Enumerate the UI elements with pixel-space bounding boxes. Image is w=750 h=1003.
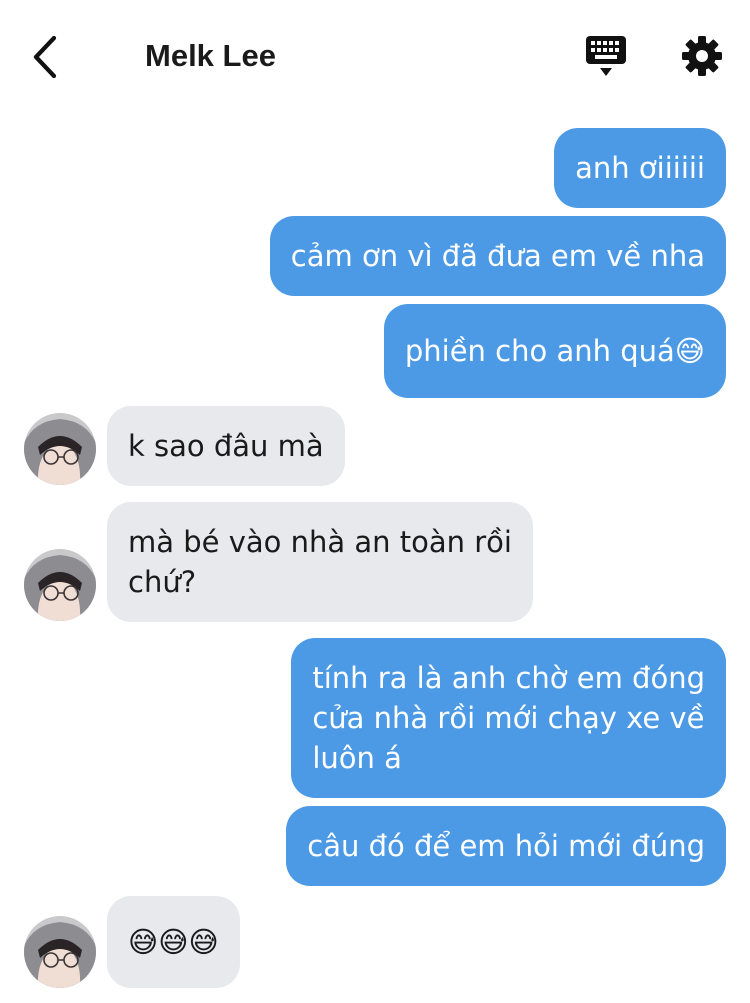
incoming-message[interactable]: mà bé vào nhà an toàn rồi chứ? bbox=[107, 502, 533, 622]
gear-icon bbox=[682, 36, 722, 76]
incoming-message[interactable]: 😅😅😅 bbox=[107, 896, 240, 988]
settings-button[interactable] bbox=[680, 34, 724, 78]
chevron-left-icon bbox=[33, 35, 57, 79]
chat-header: Melk Lee bbox=[0, 0, 750, 112]
avatar-photo bbox=[24, 413, 96, 485]
contact-name: Melk Lee bbox=[145, 38, 276, 73]
avatar-photo bbox=[24, 916, 96, 988]
incoming-message[interactable]: k sao đâu mà bbox=[107, 406, 345, 486]
avatar[interactable] bbox=[24, 549, 96, 621]
avatar[interactable] bbox=[24, 916, 96, 988]
outgoing-message[interactable]: phiền cho anh quá😅 bbox=[383, 304, 726, 398]
outgoing-message[interactable]: câu đó để em hỏi mới đúng bbox=[286, 806, 726, 886]
avatar-photo bbox=[24, 549, 96, 621]
keyboard-icon bbox=[586, 36, 626, 76]
avatar[interactable] bbox=[24, 413, 96, 485]
back-button[interactable] bbox=[28, 34, 64, 80]
outgoing-message[interactable]: cảm ơn vì đã đưa em về nha bbox=[269, 216, 726, 296]
outgoing-message[interactable]: anh ơiiiiii bbox=[554, 128, 726, 208]
keyboard-button[interactable] bbox=[584, 34, 628, 80]
outgoing-message[interactable]: tính ra là anh chờ em đóng cửa nhà rồi m… bbox=[291, 638, 726, 798]
